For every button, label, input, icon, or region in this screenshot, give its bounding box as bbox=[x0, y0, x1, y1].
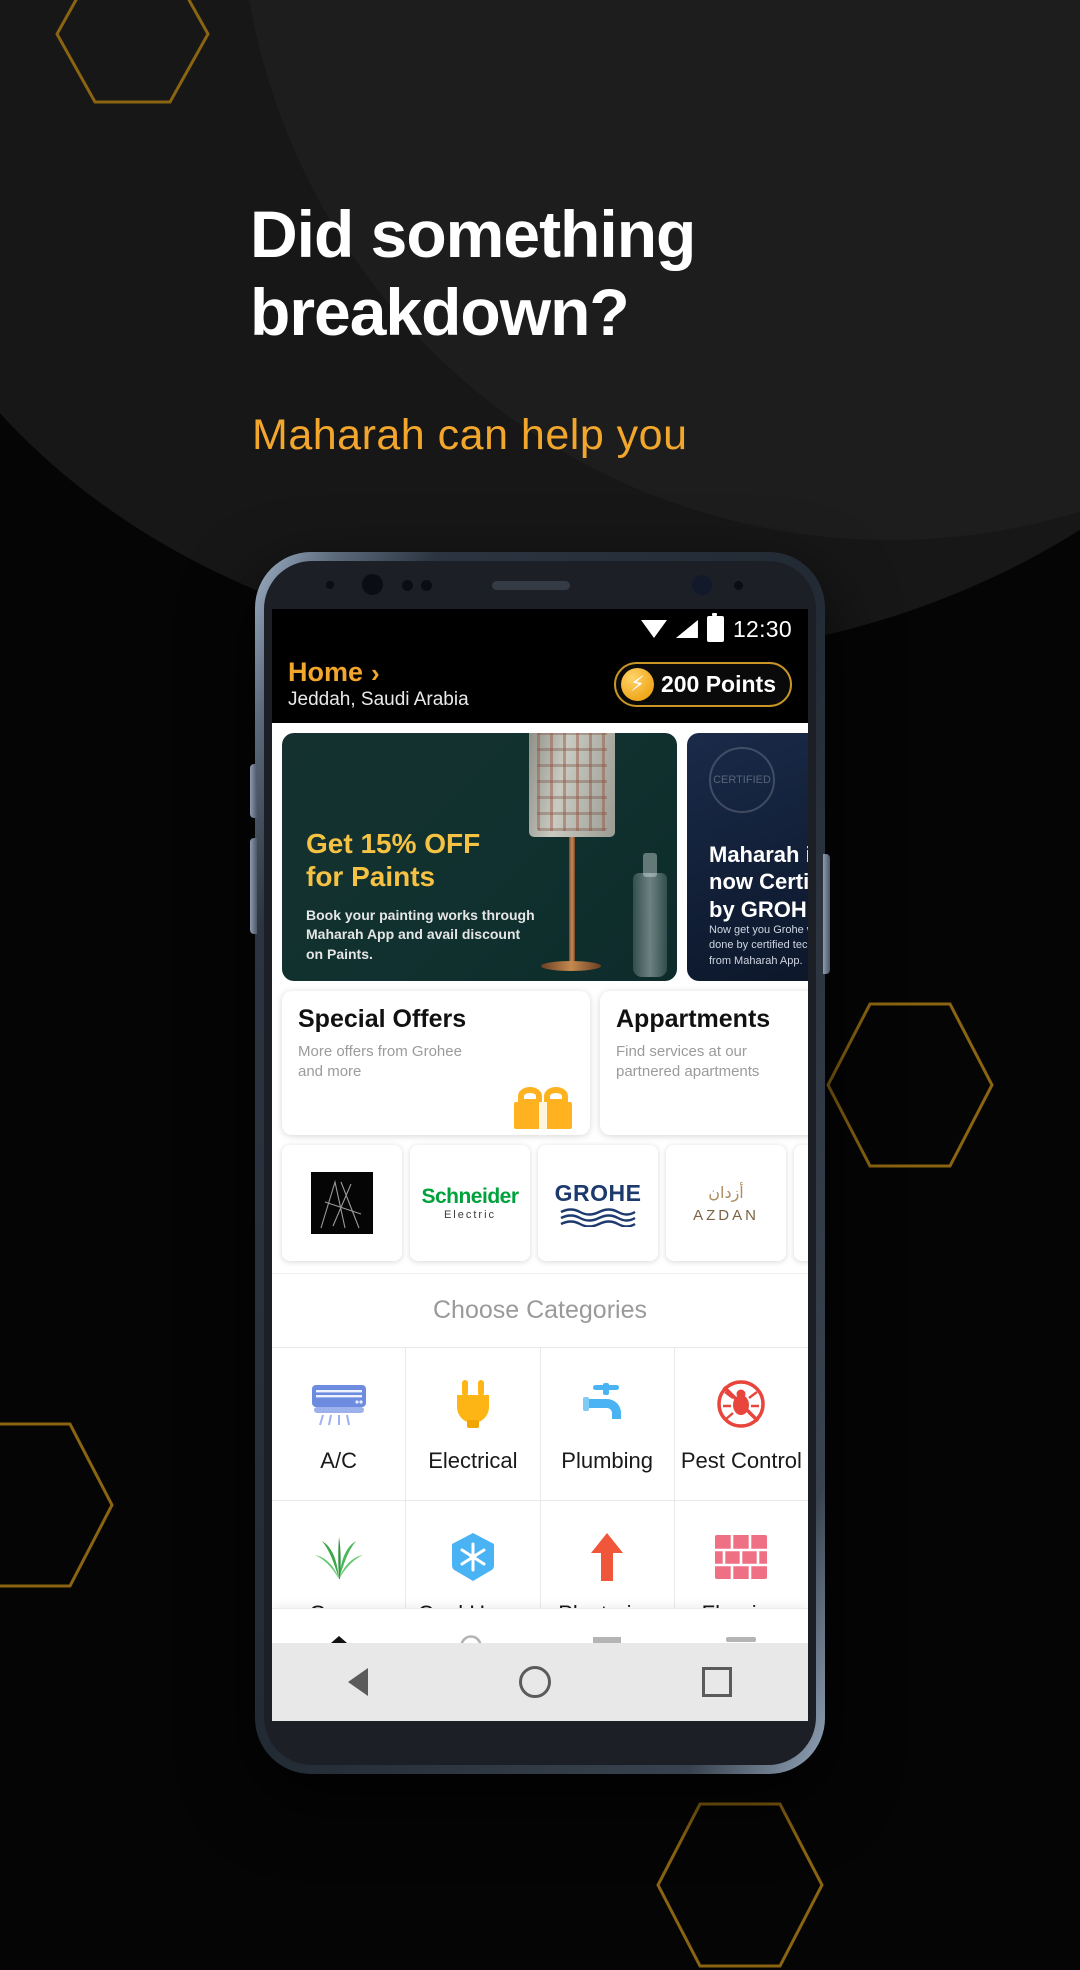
banner-grohe-title-line3: by GROHE bbox=[709, 896, 808, 922]
brand-logos-row[interactable]: Schneider Electric GROHE أزدان AZDAN bbox=[272, 1145, 808, 1273]
banner-paints-title-line2: for Paints bbox=[306, 861, 436, 893]
triangle-back-icon[interactable] bbox=[347, 1668, 368, 1696]
banner-grohe[interactable]: CERTIFIED Maharah is now Certified by GR… bbox=[687, 733, 808, 981]
led-indicator-icon bbox=[734, 581, 743, 590]
points-label: 200 Points bbox=[660, 670, 776, 697]
category-electrical[interactable]: Electrical bbox=[406, 1348, 540, 1500]
location-label: Home bbox=[288, 657, 364, 687]
square-recents-icon[interactable] bbox=[702, 1667, 733, 1697]
circle-home-icon[interactable] bbox=[518, 1666, 551, 1698]
grohe-waves-icon bbox=[560, 1207, 636, 1227]
promo-headline-line2: breakdown? bbox=[250, 274, 630, 349]
trowel-arrow-icon bbox=[585, 1527, 629, 1587]
hexagon-decoration-top-left bbox=[55, 0, 210, 104]
promo-headline: Did something breakdown? bbox=[250, 196, 970, 352]
abstract-black-logo-icon bbox=[311, 1172, 373, 1234]
categories-heading: Choose Categories bbox=[272, 1273, 808, 1347]
brand-logo-azdan[interactable]: أزدان AZDAN bbox=[666, 1145, 786, 1261]
banner-paints-description: Book your painting works through Maharah… bbox=[306, 907, 535, 962]
bolt-coin-icon: ⚡ bbox=[620, 667, 654, 701]
plug-icon bbox=[449, 1374, 497, 1434]
banner-carousel[interactable]: Get 15% OFF for Paints Book your paintin… bbox=[272, 723, 808, 991]
banner-paints[interactable]: Get 15% OFF for Paints Book your paintin… bbox=[282, 733, 677, 981]
android-navigation-bar bbox=[272, 1643, 808, 1721]
points-badge[interactable]: ⚡ 200 Points bbox=[613, 661, 792, 707]
category-ac[interactable]: A/C bbox=[272, 1348, 406, 1500]
sensor-dot-icon bbox=[326, 581, 334, 589]
snowflake-icon bbox=[447, 1527, 499, 1587]
hexagon-decoration-bottom bbox=[656, 1802, 824, 1968]
chevron-right-icon: › bbox=[371, 657, 380, 688]
card-special-offers-title: Special Offers bbox=[298, 1005, 467, 1033]
brand-schneider-sub: Electric bbox=[443, 1208, 497, 1221]
card-appartments-title: Appartments bbox=[616, 1005, 771, 1033]
pest-control-icon bbox=[715, 1374, 767, 1434]
card-appartments-subtitle: Find services at our partnered apartment… bbox=[616, 1043, 760, 1080]
signal-icon bbox=[675, 620, 698, 638]
phone-mockup: 12:30 Home › Jeddah, Saudi Arabia ⚡ 200 … bbox=[250, 552, 830, 1774]
card-appartments[interactable]: Appartments Find services at our partner… bbox=[600, 991, 808, 1135]
status-bar: 12:30 bbox=[272, 609, 808, 649]
brand-grohe-name: GROHE bbox=[554, 1179, 642, 1206]
card-special-offers[interactable]: Special Offers More offers from Grohee a… bbox=[282, 991, 590, 1135]
banner-grohe-title-line2: now Certified bbox=[709, 869, 808, 895]
phone-bezel: 12:30 Home › Jeddah, Saudi Arabia ⚡ 200 … bbox=[264, 561, 816, 1765]
iris-scanner-icon bbox=[692, 575, 712, 595]
offer-cards-row[interactable]: Special Offers More offers from Grohee a… bbox=[272, 991, 808, 1145]
category-ac-label: A/C bbox=[320, 1448, 357, 1473]
volume-up-button[interactable] bbox=[250, 764, 257, 818]
tiles-icon bbox=[713, 1527, 769, 1587]
brand-logo-schneider[interactable]: Schneider Electric bbox=[410, 1145, 530, 1261]
lamp-shade-image bbox=[529, 733, 615, 837]
category-plumbing[interactable]: Plumbing bbox=[540, 1348, 674, 1500]
location-city: Jeddah, Saudi Arabia bbox=[288, 689, 469, 710]
brand-azdan-arabic: أزدان bbox=[708, 1184, 744, 1202]
promo-headline-line1: Did something bbox=[250, 197, 696, 271]
bottle-image bbox=[633, 853, 667, 977]
faucet-icon bbox=[579, 1374, 635, 1434]
lamp-pole-image bbox=[569, 837, 575, 965]
wifi-icon bbox=[640, 620, 667, 638]
category-plumbing-label: Plumbing bbox=[561, 1448, 653, 1473]
location-selector[interactable]: Home › bbox=[288, 657, 469, 688]
banner-grohe-title-line1: Maharah is bbox=[709, 842, 808, 867]
air-conditioner-icon bbox=[309, 1374, 369, 1434]
volume-down-button[interactable] bbox=[250, 838, 257, 934]
front-camera-icon bbox=[362, 574, 383, 595]
hexagon-decoration-left bbox=[0, 1422, 114, 1588]
banner-paints-text: Get 15% OFF for Paints Book your paintin… bbox=[306, 827, 536, 964]
proximity-sensor-icon bbox=[402, 580, 413, 591]
banner-grohe-title: Maharah is now Certified by GROHE bbox=[709, 841, 808, 923]
light-sensor-icon bbox=[421, 580, 432, 591]
earpiece-speaker bbox=[492, 581, 570, 590]
brand-logo-abstract[interactable] bbox=[282, 1145, 402, 1261]
banner-paints-title-line1: Get 15% OFF bbox=[306, 828, 481, 859]
category-pest-control[interactable]: Pest Control bbox=[674, 1348, 808, 1500]
brand-schneider-name: Schneider bbox=[421, 1184, 519, 1208]
battery-icon bbox=[706, 613, 724, 642]
banner-grohe-description: Now get you Grohe works done by certifie… bbox=[709, 924, 808, 967]
grass-icon bbox=[312, 1527, 366, 1587]
brand-logo-grohe[interactable]: GROHE bbox=[538, 1145, 658, 1261]
location-block[interactable]: Home › Jeddah, Saudi Arabia bbox=[288, 657, 469, 711]
hexagon-decoration-right bbox=[826, 1002, 994, 1168]
phone-screen: 12:30 Home › Jeddah, Saudi Arabia ⚡ 200 … bbox=[272, 609, 808, 1721]
card-special-offers-subtitle: More offers from Grohee and more bbox=[298, 1043, 462, 1080]
brand-azdan-latin: AZDAN bbox=[693, 1206, 759, 1224]
status-bar-time: 12:30 bbox=[732, 615, 792, 642]
lamp-base-image bbox=[541, 961, 601, 971]
category-pest-control-label: Pest Control bbox=[680, 1448, 802, 1473]
category-electrical-label: Electrical bbox=[428, 1448, 518, 1473]
gift-icon bbox=[514, 1087, 572, 1129]
promo-subheadline: Maharah can help you bbox=[252, 411, 688, 459]
certified-badge-icon: CERTIFIED bbox=[709, 747, 775, 813]
app-header: Home › Jeddah, Saudi Arabia ⚡ 200 Points bbox=[272, 649, 808, 723]
power-button[interactable] bbox=[823, 854, 830, 974]
brand-logo-flow[interactable]: Flow PROGRESSIVE JANITOR bbox=[794, 1145, 808, 1261]
